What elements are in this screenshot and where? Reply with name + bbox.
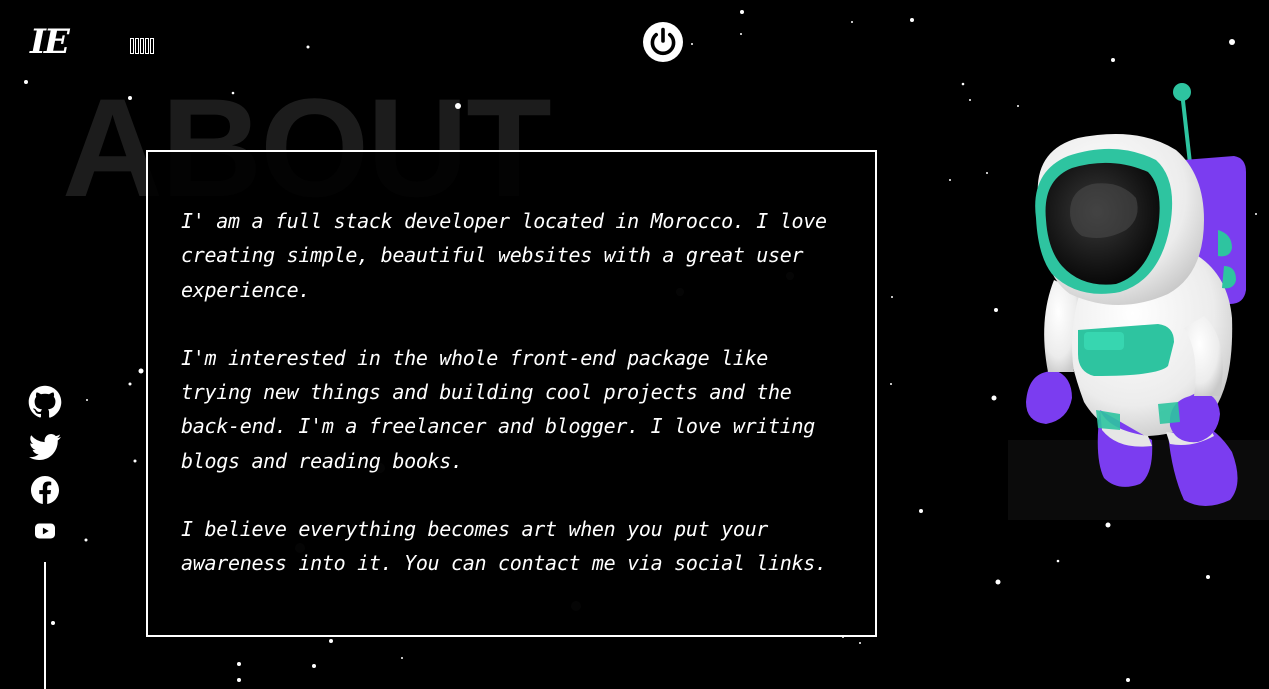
power-icon[interactable]	[643, 22, 683, 62]
language-glyph	[135, 38, 139, 54]
github-icon[interactable]	[28, 385, 62, 419]
astronaut-illustration	[1008, 83, 1269, 520]
about-paragraph: I'm interested in the whole front-end pa…	[181, 345, 816, 473]
about-paragraph: I' am a full stack developer located in …	[181, 209, 827, 302]
social-divider-line	[44, 562, 46, 689]
twitter-icon[interactable]	[27, 431, 63, 463]
facebook-icon[interactable]	[31, 476, 59, 504]
language-glyph	[140, 38, 144, 54]
language-switch[interactable]	[130, 38, 154, 54]
language-glyph	[145, 38, 149, 54]
language-glyph	[150, 38, 154, 54]
about-paragraph: I believe everything becomes art when yo…	[181, 517, 827, 576]
site-logo[interactable]: IE	[30, 22, 70, 62]
language-glyph	[130, 38, 134, 54]
about-card: I' am a full stack developer located in …	[146, 150, 877, 637]
social-links	[26, 385, 64, 539]
youtube-icon[interactable]	[35, 523, 55, 539]
